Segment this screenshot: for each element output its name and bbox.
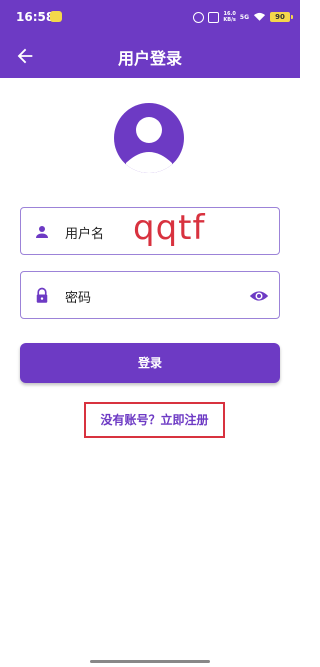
password-field[interactable]: 密码 [20, 271, 280, 319]
app-bar: 用户登录 [0, 34, 300, 78]
eye-icon[interactable] [249, 286, 269, 306]
alarm-icon [193, 11, 205, 23]
register-link[interactable]: 没有账号？立即注册 [86, 404, 223, 436]
network-speed-unit: KB/s [223, 17, 236, 23]
page-title: 用户登录 [117, 49, 182, 68]
lock-icon [36, 287, 48, 303]
network-speed: 16.0 KB/s [223, 11, 236, 23]
register-highlight-box: 没有账号？立即注册 [84, 402, 225, 438]
person-avatar-icon [126, 117, 172, 173]
network-type: 5G [239, 13, 249, 21]
avatar [114, 103, 184, 173]
status-indicators: 16.0 KB/s 5G 90 [193, 10, 293, 24]
notification-icon [50, 11, 62, 22]
login-button[interactable]: 登录 [20, 343, 280, 383]
status-time: 16:58 [16, 10, 55, 24]
wifi-icon [253, 12, 266, 21]
watermark-text: qqtf [133, 208, 206, 248]
password-placeholder: 密码 [65, 291, 92, 306]
battery-icon: 90 [270, 12, 293, 22]
username-placeholder: 用户名 [65, 227, 105, 242]
person-icon [36, 226, 48, 238]
battery-level: 90 [275, 13, 285, 21]
status-bar: 16:58 16.0 KB/s 5G 90 [0, 0, 300, 34]
home-indicator[interactable] [90, 660, 210, 663]
mute-icon [208, 11, 220, 23]
